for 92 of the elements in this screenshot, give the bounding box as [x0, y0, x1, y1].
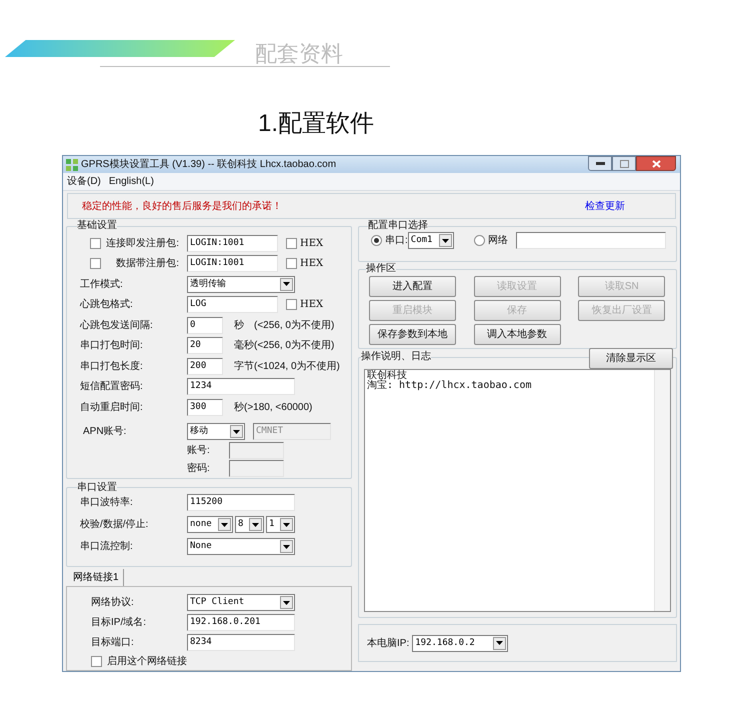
field-label: 秒(>180, <60000) [234, 400, 312, 414]
field-label: 数据带注册包: [115, 256, 180, 271]
input-field[interactable]: 115200 [187, 494, 295, 512]
caret-icon [280, 596, 293, 609]
group-title: 配置串口选择 [368, 220, 428, 232]
checkbox[interactable] [286, 238, 297, 248]
field-label: 串口波特率: [80, 496, 134, 510]
input-field[interactable]: 1234 [187, 378, 295, 395]
input-field[interactable] [516, 232, 666, 249]
field-label: 心跳包发送间隔: [80, 318, 153, 332]
input-field[interactable]: LOGIN:1001 [187, 255, 278, 272]
button[interactable]: 清除显示区 [589, 348, 673, 369]
log-line: 淘宝: http://lhcx.taobao.com [367, 381, 532, 391]
log-line: 联创科技 [367, 371, 407, 381]
radio-button[interactable] [371, 235, 382, 246]
section-title: 配套资料 [255, 40, 343, 68]
field-label: 秒 [234, 318, 244, 332]
field-label: 串口打包长度: [80, 360, 143, 374]
button[interactable]: 调入本地参数 [474, 324, 561, 345]
caret-icon [280, 278, 293, 290]
button[interactable]: 进入配置 [369, 276, 456, 297]
checkbox[interactable] [90, 238, 101, 248]
field-label: 校验/数据/停止: [80, 518, 150, 532]
field-label: 密码: [187, 462, 211, 476]
field-label: 目标IP/域名: [91, 616, 148, 630]
dropdown[interactable]: 1 [266, 516, 295, 534]
group-title: 基础设置 [77, 220, 117, 232]
maximize-icon [620, 160, 628, 168]
dropdown[interactable]: none [187, 516, 233, 534]
field-label: 网络协议: [91, 596, 135, 610]
field-label: 毫秒(<256, 0为不使用) [234, 338, 334, 353]
caret-icon [280, 540, 293, 554]
caret-icon [493, 636, 506, 650]
app-icon [66, 158, 78, 170]
field-label: 本电脑IP: [367, 636, 410, 650]
dropdown[interactable]: 8 [235, 516, 264, 534]
slogan: 稳定的性能，良好的售后服务是我们的承诺！ [82, 200, 282, 214]
checkbox[interactable] [286, 258, 297, 269]
checkbox[interactable] [91, 656, 102, 667]
group-title: 串口设置 [77, 482, 117, 494]
field-label: HEX [300, 298, 324, 312]
scrollbar[interactable] [654, 370, 670, 611]
field-label: (<256, 0为不使用) [254, 318, 334, 332]
button[interactable]: 保存参数到本地 [369, 324, 456, 345]
menu-item[interactable]: English(L) [108, 174, 154, 189]
field-label: 自动重启时间: [80, 400, 143, 414]
field-label: APN账号: [83, 424, 126, 439]
group-title: 操作区 [366, 263, 396, 275]
close-button[interactable] [636, 156, 676, 171]
input-field[interactable]: LOGIN:1001 [187, 234, 278, 252]
field-label: HEX [300, 257, 324, 271]
dropdown[interactable]: TCP Client [187, 594, 295, 611]
field-label: 工作模式: [80, 278, 123, 292]
field-label: 连接即发注册包: [105, 236, 180, 250]
minimize-icon [596, 162, 604, 165]
checkbox[interactable] [90, 258, 101, 269]
caret-icon [438, 234, 452, 247]
caret-icon [218, 518, 231, 532]
dropdown[interactable]: 192.168.0.2 [412, 634, 508, 652]
caret-icon [280, 518, 293, 532]
window-title: GPRS模块设置工具 (V1.39) -- 联创科技 Lhcx.taobao.com [81, 158, 336, 172]
dropdown[interactable]: Com1 [408, 232, 454, 249]
checkbox[interactable] [286, 299, 297, 310]
minimize-button[interactable] [588, 156, 612, 171]
update-link[interactable]: 检查更新 [585, 198, 625, 214]
field-label: 字节(<1024, 0为不使用) [234, 360, 340, 374]
caret-icon [230, 425, 243, 438]
close-icon [652, 160, 660, 168]
radio-button[interactable] [474, 235, 485, 246]
input-field[interactable]: 300 [187, 398, 223, 416]
field-label: 启用这个网络链接 [107, 654, 187, 669]
dropdown[interactable]: 透明传输 [187, 276, 295, 292]
input-field[interactable]: 0 [187, 316, 223, 334]
input-field[interactable]: 8234 [187, 634, 295, 651]
input-field[interactable]: 20 [187, 337, 223, 354]
field-label: 目标端口: [91, 636, 135, 650]
field-label: 短信配置密码: [80, 380, 143, 394]
field-label: 心跳包格式: [80, 298, 133, 312]
field-label: 串口流控制: [80, 540, 134, 554]
field-label: 网络 [488, 234, 508, 248]
input-field[interactable]: LOG [187, 296, 278, 313]
field-label: HEX [300, 236, 324, 250]
input-field[interactable]: 200 [187, 358, 223, 374]
input-field[interactable]: 192.168.0.201 [187, 614, 295, 631]
group-title: 操作说明、日志 [361, 351, 431, 363]
dropdown[interactable]: None [187, 538, 295, 556]
caret-icon [249, 518, 262, 532]
subtitle: 1.配置软件 [258, 109, 374, 139]
menu-item[interactable]: 设备(D) [67, 174, 101, 189]
field-label: 串口打包时间: [80, 338, 143, 353]
field-label: 账号: [187, 444, 211, 458]
field-label: 串口: [385, 234, 408, 248]
